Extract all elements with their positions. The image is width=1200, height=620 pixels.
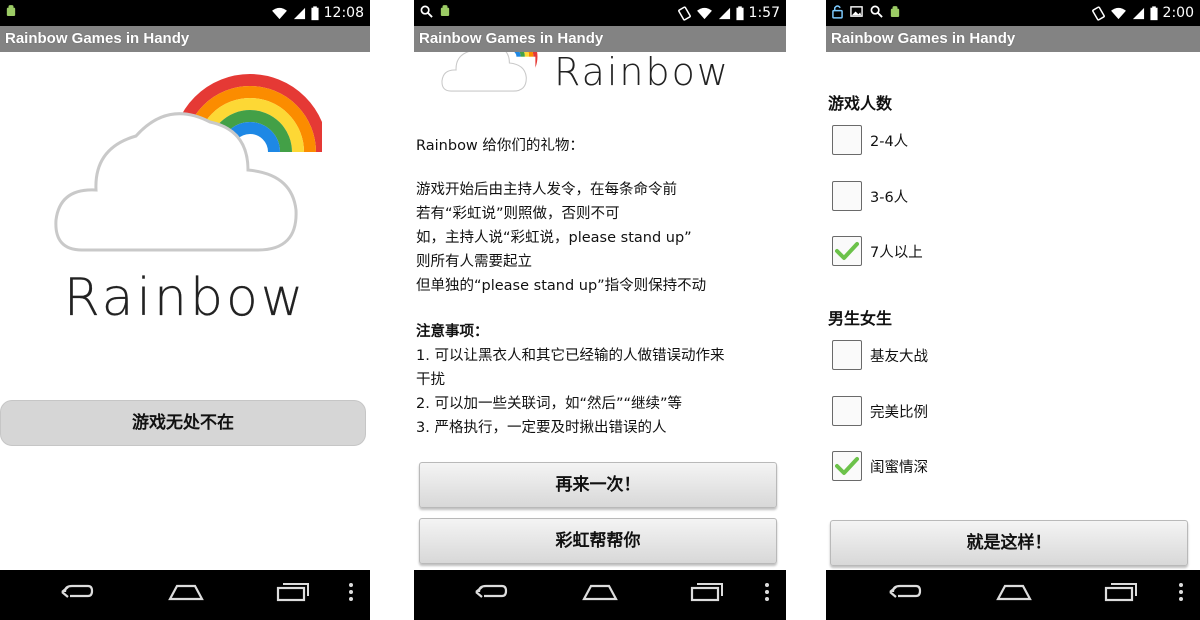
rule-line: 但单独的“please stand up”指令则保持不动 <box>416 278 707 294</box>
checkbox[interactable] <box>832 340 862 370</box>
section-heading-gender-mix: 男生女生 <box>828 309 893 328</box>
back-icon[interactable] <box>60 582 94 602</box>
checkbox-label: 完美比例 <box>870 404 928 421</box>
notes-title: 注意事项： <box>416 324 489 340</box>
android-icon <box>890 5 900 19</box>
checkbox-option[interactable]: 7人以上 <box>832 234 923 268</box>
checkbox-label: 3-6人 <box>870 189 909 206</box>
rainbow-help-button[interactable]: 彩虹帮帮你 <box>419 518 777 564</box>
menu-icon[interactable] <box>348 582 354 602</box>
signal-icon <box>1132 7 1145 20</box>
battery-icon <box>1150 6 1158 21</box>
recent-apps-icon[interactable] <box>1104 582 1138 602</box>
checkbox-option[interactable]: 完美比例 <box>832 394 928 428</box>
play-again-button[interactable]: 再来一次！ <box>419 462 777 508</box>
status-bar: 12:08 <box>0 0 370 26</box>
gift-title: Rainbow 给你们的礼物： <box>416 138 584 154</box>
checkbox[interactable] <box>832 181 862 211</box>
navigation-bar <box>826 570 1200 620</box>
back-icon[interactable] <box>474 582 508 602</box>
app-title: Rainbow Games in Handy <box>0 26 370 52</box>
status-bar: 1:57 <box>414 0 786 26</box>
rainbow-cloud-logo <box>52 70 322 260</box>
android-icon <box>6 4 16 18</box>
note-line: 1. 可以让黑衣人和其它已经输的人做错误动作来 <box>416 348 725 364</box>
play-anywhere-button[interactable]: 游戏无处不在 <box>0 400 366 446</box>
menu-icon[interactable] <box>1178 582 1184 602</box>
menu-icon[interactable] <box>764 582 770 602</box>
signal-icon <box>718 7 731 20</box>
status-bar: 2:00 <box>826 0 1200 26</box>
rotate-icon <box>1092 6 1105 21</box>
phone-screen-splash: 12:08 Rainbow Games in Handy Rainbow 游戏无… <box>0 0 370 620</box>
phone-screen-rules: 1:57 Rainbow Games in Handy Rainbow Rain… <box>414 0 786 620</box>
status-time: 12:08 <box>323 5 364 21</box>
home-icon[interactable] <box>582 582 618 602</box>
rule-line: 游戏开始后由主持人发令，在每条命令前 <box>416 182 677 198</box>
checkbox-label: 闺蜜情深 <box>870 459 928 476</box>
home-icon[interactable] <box>168 582 204 602</box>
phone-screen-settings: 2:00 Rainbow Games in Handy 游戏人数 2-4人 3-… <box>826 0 1200 620</box>
wifi-icon <box>271 7 288 20</box>
battery-icon <box>736 6 744 21</box>
checkbox[interactable] <box>832 396 862 426</box>
note-line: 3. 严格执行，一定要及时揪出错误的人 <box>416 420 667 436</box>
checkbox[interactable] <box>832 125 862 155</box>
checkbox-checked[interactable] <box>832 451 862 481</box>
note-line: 2. 可以加一些关联词，如“然后”“继续”等 <box>416 396 682 412</box>
checkbox-checked[interactable] <box>832 236 862 266</box>
status-time: 2:00 <box>1162 5 1194 21</box>
confirm-button[interactable]: 就是这样！ <box>830 520 1188 566</box>
back-icon[interactable] <box>888 582 922 602</box>
rule-line: 若有“彩虹说”则照做，否则不可 <box>416 206 620 222</box>
android-icon <box>440 4 450 18</box>
checkbox-label: 基友大战 <box>870 348 928 365</box>
checkbox-label: 7人以上 <box>870 244 923 261</box>
section-heading-player-count: 游戏人数 <box>828 94 893 113</box>
navigation-bar <box>414 570 786 620</box>
check-mark-icon <box>835 456 859 476</box>
recent-apps-icon[interactable] <box>276 582 310 602</box>
checkbox-option[interactable]: 基友大战 <box>832 338 928 372</box>
signal-icon <box>293 7 306 20</box>
wifi-icon <box>1110 7 1127 20</box>
rainbow-cloud-logo <box>438 52 538 102</box>
logo-wordmark: Rainbow <box>63 268 307 328</box>
search-icon <box>870 5 883 18</box>
home-icon[interactable] <box>996 582 1032 602</box>
logo-wordmark: Rainbow <box>554 50 730 94</box>
note-line: 干扰 <box>416 372 445 388</box>
checkbox-option[interactable]: 3-6人 <box>832 179 908 213</box>
image-icon <box>850 5 863 18</box>
rotate-icon <box>678 6 691 21</box>
app-title: Rainbow Games in Handy <box>414 26 786 52</box>
checkbox-label: 2-4人 <box>870 133 909 150</box>
checkbox-option[interactable]: 闺蜜情深 <box>832 449 928 483</box>
battery-icon <box>311 6 319 21</box>
wifi-icon <box>696 7 713 20</box>
check-mark-icon <box>835 241 859 261</box>
app-title: Rainbow Games in Handy <box>826 26 1200 52</box>
navigation-bar <box>0 570 370 620</box>
rule-line: 如，主持人说“彩虹说，please stand up” <box>416 230 692 246</box>
checkbox-option[interactable]: 2-4人 <box>832 123 908 157</box>
lock-icon <box>832 4 843 19</box>
rule-line: 则所有人需要起立 <box>416 254 532 270</box>
recent-apps-icon[interactable] <box>690 582 724 602</box>
status-time: 1:57 <box>748 5 780 21</box>
search-icon <box>420 5 433 18</box>
